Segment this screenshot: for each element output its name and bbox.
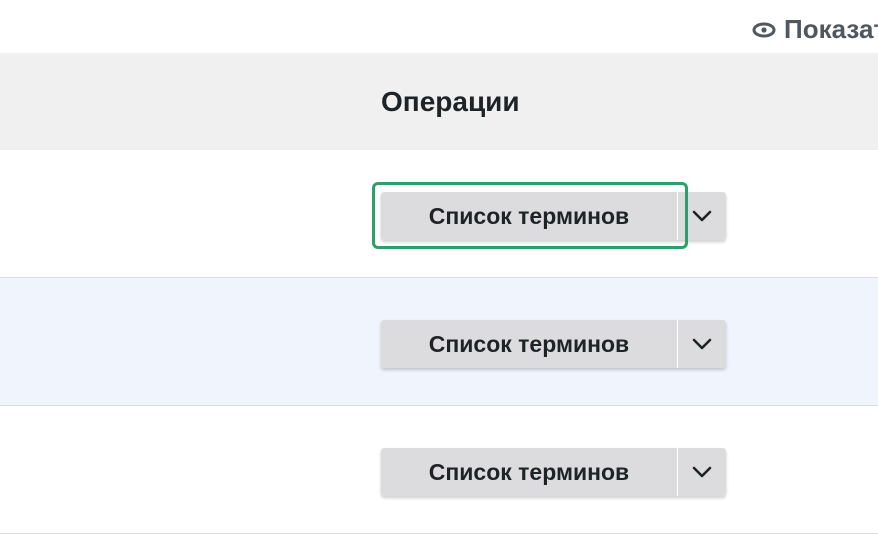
dropdown-toggle[interactable] bbox=[677, 320, 726, 368]
terms-list-button[interactable]: Список терминов bbox=[381, 320, 677, 368]
dropdown-toggle[interactable] bbox=[677, 192, 726, 240]
show-link[interactable]: Показать bbox=[752, 14, 878, 45]
terms-list-button[interactable]: Список терминов bbox=[381, 192, 677, 240]
table-row: Список терминов bbox=[0, 406, 878, 534]
chevron-down-icon bbox=[692, 338, 712, 350]
terms-list-button[interactable]: Список терминов bbox=[381, 448, 677, 496]
table-header: Операции bbox=[0, 53, 878, 150]
chevron-down-icon bbox=[692, 466, 712, 478]
column-title-operations: Операции bbox=[381, 86, 520, 117]
chevron-down-icon bbox=[692, 210, 712, 222]
split-button: Список терминов bbox=[381, 192, 726, 240]
table-row: Список терминов bbox=[0, 150, 878, 278]
split-button: Список терминов bbox=[381, 448, 726, 496]
split-button: Список терминов bbox=[381, 320, 726, 368]
eye-icon bbox=[752, 22, 776, 38]
table-row: Список терминов bbox=[0, 278, 878, 406]
show-link-label: Показать bbox=[784, 14, 878, 44]
dropdown-toggle[interactable] bbox=[677, 448, 726, 496]
